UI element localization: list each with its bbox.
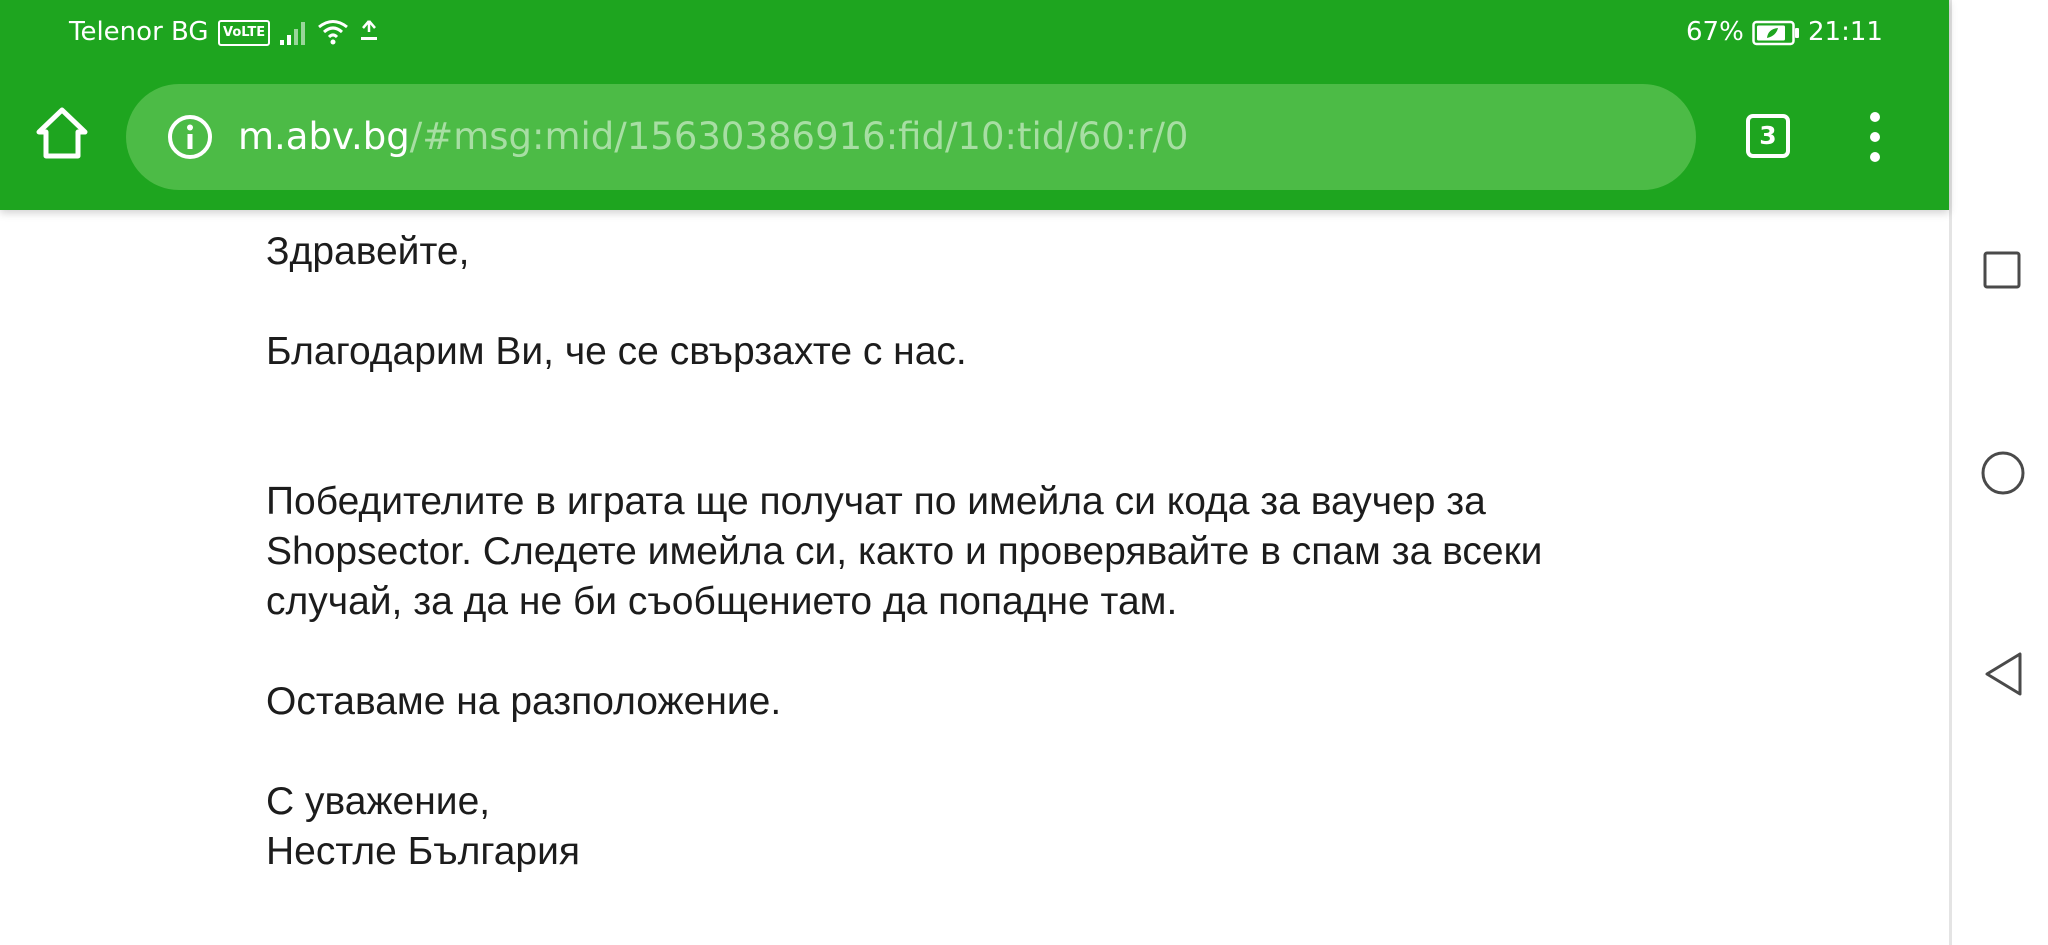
carrier-name: Telenor BG bbox=[69, 17, 209, 47]
greeting: Здравейте, bbox=[266, 230, 470, 273]
availability-line: Оставаме на разположение. bbox=[266, 680, 782, 723]
url-path: /#msg:mid/15630386916:fid/10:tid/60:r/0 bbox=[409, 115, 1189, 158]
closing-line: С уважение, bbox=[266, 780, 491, 823]
volte-badge: VoLTE bbox=[218, 20, 271, 46]
url-host: m.abv.bg bbox=[238, 115, 410, 158]
body-line-3: случай, за да не би съобщението да попад… bbox=[266, 580, 1178, 623]
tab-switcher-button[interactable]: 3 bbox=[1746, 114, 1790, 158]
phone-screen: Telenor BG VoLTE 67% 21:11 m.abv.bg/#msg… bbox=[0, 0, 2048, 945]
thanks-line: Благодарим Ви, че се свързахте с нас. bbox=[266, 330, 967, 373]
data-activity-icon bbox=[361, 20, 377, 40]
info-icon[interactable] bbox=[166, 113, 214, 161]
circle-icon[interactable] bbox=[1980, 450, 2026, 496]
body-line-1: Победителите в играта ще получат по имей… bbox=[266, 480, 1486, 523]
status-bar: Telenor BG VoLTE 67% 21:11 bbox=[0, 0, 1949, 66]
browser-toolbar: m.abv.bg/#msg:mid/15630386916:fid/10:tid… bbox=[0, 84, 1949, 190]
clock: 21:11 bbox=[1808, 17, 1883, 47]
signature: Нестле България bbox=[266, 830, 581, 873]
body-line-2: Shopsector. Следете имейла си, както и п… bbox=[266, 530, 1543, 573]
signal-icon bbox=[280, 22, 305, 45]
triangle-back-icon[interactable] bbox=[1982, 650, 2024, 698]
address-bar[interactable]: m.abv.bg/#msg:mid/15630386916:fid/10:tid… bbox=[126, 84, 1696, 190]
home-icon[interactable] bbox=[33, 104, 91, 162]
email-content: Здравейте, Благодарим Ви, че се свързахт… bbox=[0, 210, 1949, 945]
email-body: Здравейте, Благодарим Ви, че се свързахт… bbox=[266, 227, 1686, 877]
battery-icon bbox=[1752, 20, 1799, 46]
square-icon[interactable] bbox=[1982, 250, 2022, 290]
wifi-icon bbox=[318, 20, 348, 45]
url-text[interactable]: m.abv.bg/#msg:mid/15630386916:fid/10:tid… bbox=[238, 111, 1188, 163]
battery-percent: 67% bbox=[1686, 17, 1744, 47]
more-vertical-icon[interactable] bbox=[1862, 109, 1888, 165]
android-nav-bar bbox=[1949, 0, 2048, 945]
browser-chrome: Telenor BG VoLTE 67% 21:11 m.abv.bg/#msg… bbox=[0, 0, 1949, 210]
